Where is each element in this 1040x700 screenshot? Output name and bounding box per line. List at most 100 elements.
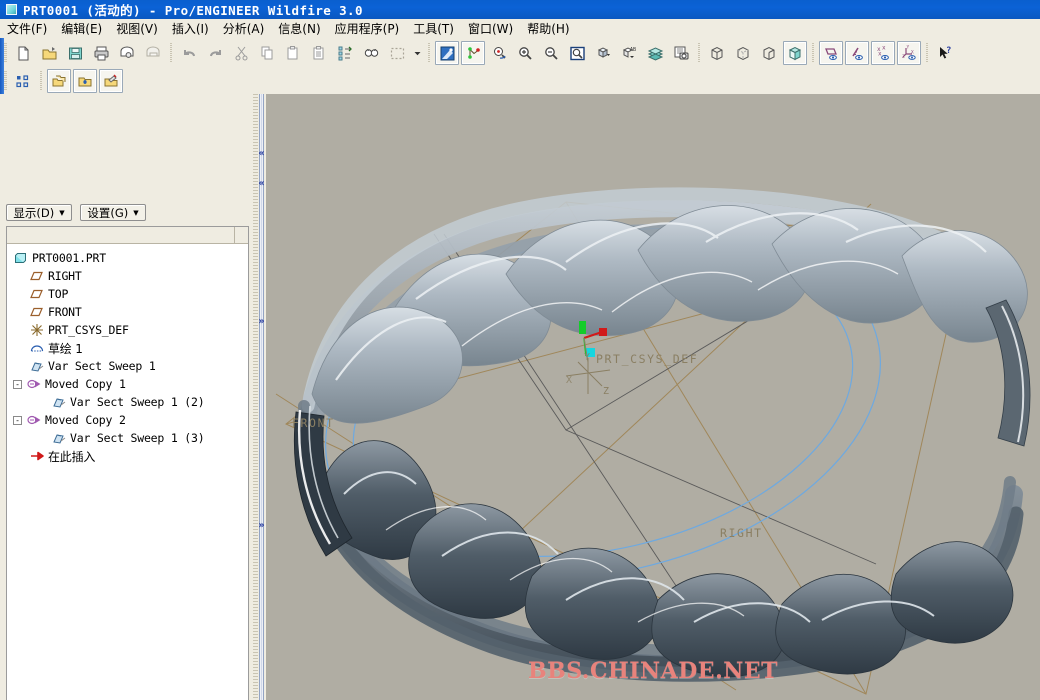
- modify-feature-icon[interactable]: [99, 69, 123, 93]
- toolbar-separator: [40, 71, 42, 91]
- tree-item-part-root[interactable]: PRT0001.PRT: [7, 249, 248, 267]
- tree-item-label: PRT0001.PRT: [32, 251, 106, 265]
- hidden-line-icon[interactable]: [731, 41, 755, 65]
- ring-right-junction: [986, 300, 1030, 446]
- menu-bar: 文件(F) 编辑(E) 视图(V) 插入(I) 分析(A) 信息(N) 应用程序…: [0, 19, 1040, 39]
- datum-point-toggle-icon[interactable]: xxx: [871, 41, 895, 65]
- datum-axis-toggle-icon[interactable]: [845, 41, 869, 65]
- save-icon[interactable]: [63, 41, 87, 65]
- sweep-icon: [51, 394, 67, 410]
- tree-item-var-sect-sweep-1[interactable]: Var Sect Sweep 1: [7, 357, 248, 375]
- undo-icon[interactable]: [177, 41, 201, 65]
- select-box-icon[interactable]: [385, 41, 409, 65]
- new-file-icon[interactable]: [11, 41, 35, 65]
- menu-help[interactable]: 帮助(H): [520, 18, 576, 39]
- tree-item-var-sect-sweep-1-3[interactable]: Var Sect Sweep 1 (3): [7, 429, 248, 447]
- tree-item-label: RIGHT: [48, 269, 82, 283]
- toolbar-separator: [926, 43, 928, 63]
- menu-insert[interactable]: 插入(I): [165, 18, 216, 39]
- tree-show-button[interactable]: 显示(D) ▼: [6, 204, 72, 221]
- copy-feature-icon[interactable]: [47, 69, 71, 93]
- splitter-collapse-arrow[interactable]: «: [257, 178, 266, 189]
- graphics-window[interactable]: PRT_CSYS_DEF FRONT RIGHT Z Y X BBS.CHINA…: [266, 94, 1040, 700]
- splitter-expand-arrow[interactable]: »: [257, 316, 266, 327]
- svg-text:X: X: [911, 49, 914, 55]
- no-hidden-icon[interactable]: [757, 41, 781, 65]
- tree-expander-collapse[interactable]: -: [13, 416, 22, 425]
- zoom-in-icon[interactable]: [513, 41, 537, 65]
- tree-item-label: 在此插入: [48, 448, 95, 465]
- copy-icon[interactable]: [255, 41, 279, 65]
- tree-item-datum-right[interactable]: RIGHT: [7, 267, 248, 285]
- cut-icon[interactable]: [229, 41, 253, 65]
- menu-analysis[interactable]: 分析(A): [216, 18, 272, 39]
- find-icon[interactable]: [359, 41, 383, 65]
- y-axis-label: Y: [584, 352, 590, 363]
- tree-item-var-sect-sweep-1-2[interactable]: Var Sect Sweep 1 (2): [7, 393, 248, 411]
- tree-settings-button[interactable]: 设置(G) ▼: [80, 204, 146, 221]
- new-feature-icon[interactable]: [73, 69, 97, 93]
- send-link-icon[interactable]: [141, 41, 165, 65]
- front-datum-label: FRONT: [292, 416, 335, 430]
- splitter-collapse-arrow[interactable]: «: [257, 148, 266, 159]
- model-tree: PRT0001.PRT RIGHT TOP: [6, 226, 249, 700]
- tree-item-datum-top[interactable]: TOP: [7, 285, 248, 303]
- tree-toolbar: 显示(D) ▼ 设置(G) ▼: [6, 204, 146, 221]
- regenerate-icon[interactable]: [333, 41, 357, 65]
- view-manager-icon[interactable]: [669, 41, 693, 65]
- right-datum-label: RIGHT: [720, 526, 763, 540]
- tree-item-moved-copy-2[interactable]: - Moved Copy 2: [7, 411, 248, 429]
- spin-center-icon[interactable]: [487, 41, 511, 65]
- redo-icon[interactable]: [203, 41, 227, 65]
- send-mail-icon[interactable]: [115, 41, 139, 65]
- csys-label: PRT_CSYS_DEF: [596, 352, 698, 366]
- zoom-out-icon[interactable]: [539, 41, 563, 65]
- splitter-expand-arrow[interactable]: »: [257, 520, 266, 531]
- datum-plane-toggle-icon[interactable]: [819, 41, 843, 65]
- secondary-toolbar: [0, 68, 1040, 95]
- open-file-icon[interactable]: [37, 41, 61, 65]
- tree-column-header[interactable]: [7, 227, 248, 244]
- menu-tools[interactable]: 工具(T): [406, 18, 461, 39]
- tree-item-sketch[interactable]: 草绘 1: [7, 339, 248, 357]
- datum-display-icon[interactable]: [461, 41, 485, 65]
- forum-watermark: BBS.CHINADE.NET: [528, 658, 778, 684]
- chevron-down-icon[interactable]: [411, 41, 423, 65]
- refit-icon[interactable]: [565, 41, 589, 65]
- tree-item-label: Moved Copy 2: [45, 413, 126, 427]
- part-document-icon: [6, 4, 17, 15]
- chevron-down-icon: ▼: [59, 209, 64, 217]
- context-help-icon[interactable]: ?: [933, 41, 957, 65]
- shading-icon[interactable]: [783, 41, 807, 65]
- menu-view[interactable]: 视图(V): [109, 18, 165, 39]
- paste-special-icon[interactable]: [307, 41, 331, 65]
- tree-expander-collapse[interactable]: -: [13, 380, 22, 389]
- toolbar-separator: [428, 43, 430, 63]
- saved-views-icon[interactable]: AB: [617, 41, 641, 65]
- tree-item-datum-front[interactable]: FRONT: [7, 303, 248, 321]
- layers-icon[interactable]: [643, 41, 667, 65]
- ring-back-half: [306, 194, 1027, 446]
- svg-text:Y: Y: [906, 45, 909, 51]
- paste-icon[interactable]: [281, 41, 305, 65]
- wireframe-icon[interactable]: [705, 41, 729, 65]
- tree-column-resize-handle[interactable]: [234, 227, 248, 243]
- tree-item-moved-copy-1[interactable]: - Moved Copy 1: [7, 375, 248, 393]
- menu-file[interactable]: 文件(F): [0, 18, 54, 39]
- tree-item-label: TOP: [48, 287, 68, 301]
- datum-plane-icon: [29, 286, 45, 302]
- menu-edit[interactable]: 编辑(E): [54, 18, 109, 39]
- datum-csys-toggle-icon[interactable]: YXZ: [897, 41, 921, 65]
- print-icon[interactable]: [89, 41, 113, 65]
- menu-info[interactable]: 信息(N): [271, 18, 327, 39]
- menu-applications[interactable]: 应用程序(P): [328, 18, 407, 39]
- reorient-icon[interactable]: [591, 41, 615, 65]
- panel-splitter[interactable]: « « » »: [252, 94, 266, 700]
- part-icon: [13, 250, 29, 266]
- model-tree-icon[interactable]: [11, 69, 35, 93]
- repaint-icon[interactable]: [435, 41, 459, 65]
- tree-item-insert-here[interactable]: 在此插入: [7, 447, 248, 465]
- tree-item-csys[interactable]: PRT_CSYS_DEF: [7, 321, 248, 339]
- insert-here-icon: [29, 448, 45, 464]
- menu-window[interactable]: 窗口(W): [461, 18, 520, 39]
